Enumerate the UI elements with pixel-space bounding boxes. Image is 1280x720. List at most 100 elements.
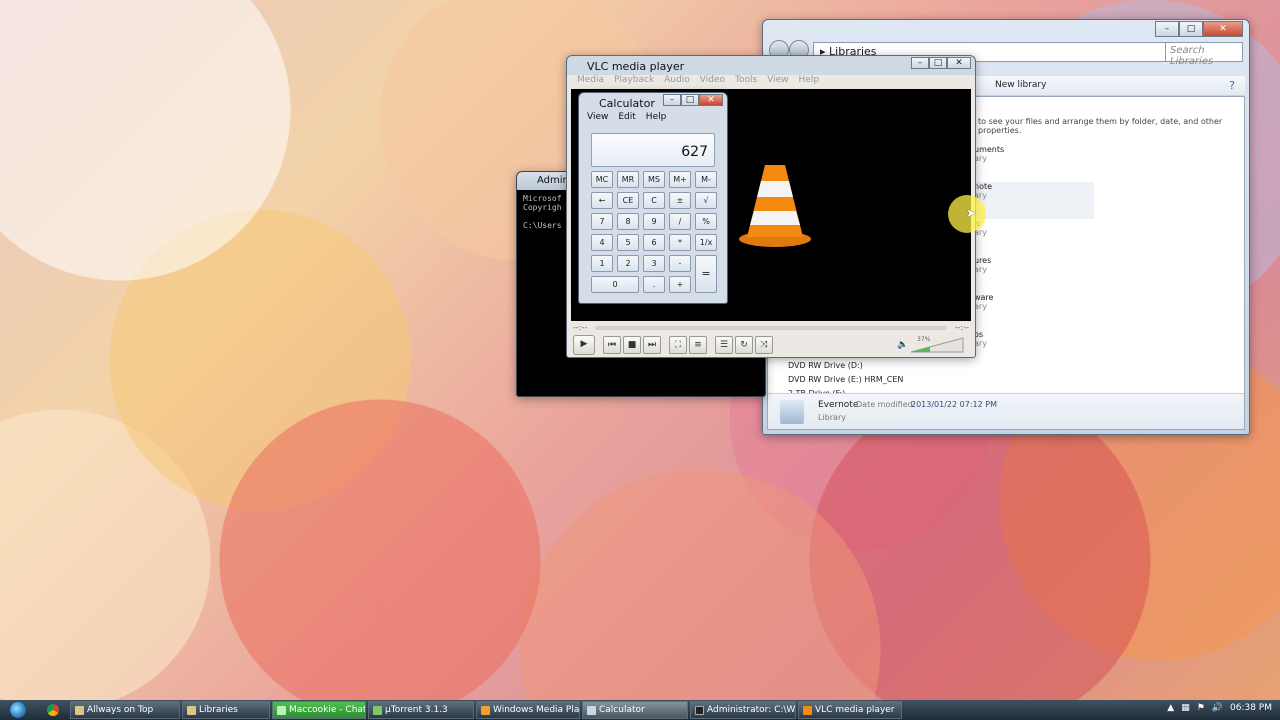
key-0[interactable]: 0	[591, 276, 639, 293]
key-4[interactable]: 4	[591, 234, 613, 251]
key-plusminus[interactable]: ±	[669, 192, 691, 209]
menu-edit[interactable]: Edit	[618, 112, 635, 126]
key-mr[interactable]: MR	[617, 171, 639, 188]
task-label: Windows Media Player	[493, 705, 580, 715]
chrome-pinned[interactable]	[36, 704, 70, 716]
close-button[interactable]: ✕	[699, 94, 723, 106]
close-button[interactable]: ✕	[947, 57, 971, 69]
flag-icon[interactable]: ⚑	[1197, 703, 1205, 713]
taskbar: Allways on Top Libraries Maccookie - Cha…	[0, 700, 1280, 720]
playlist-button[interactable]: ☰	[715, 336, 733, 354]
loop-button[interactable]: ↻	[735, 336, 753, 354]
key-7[interactable]: 7	[591, 213, 613, 230]
library-sub: ary	[974, 302, 987, 311]
key-c[interactable]: C	[643, 192, 665, 209]
play-button[interactable]: ▶	[573, 335, 595, 355]
taskbar-item-vlc[interactable]: VLC media player	[798, 701, 902, 719]
menu-view[interactable]: View	[767, 75, 788, 89]
taskbar-item-chat[interactable]: Maccookie - Chat	[272, 701, 366, 719]
key-2[interactable]: 2	[617, 255, 639, 272]
key-mc[interactable]: MC	[591, 171, 613, 188]
key-subtract[interactable]: -	[669, 255, 691, 272]
network-icon[interactable]: ▦	[1181, 703, 1190, 713]
key-3[interactable]: 3	[643, 255, 665, 272]
key-multiply[interactable]: *	[669, 234, 691, 251]
search-input[interactable]: Search Libraries	[1165, 42, 1243, 67]
key-add[interactable]: +	[669, 276, 691, 293]
seek-track[interactable]	[595, 326, 947, 330]
menu-video[interactable]: Video	[700, 75, 725, 89]
library-item[interactable]: icary	[974, 219, 1094, 256]
key-5[interactable]: 5	[617, 234, 639, 251]
fullscreen-button[interactable]: ⛶	[669, 336, 687, 354]
maximize-button[interactable]: □	[929, 57, 947, 69]
library-item[interactable]: uments ary	[974, 145, 1094, 182]
key-percent[interactable]: %	[695, 213, 717, 230]
menu-help[interactable]: Help	[646, 112, 667, 126]
key-6[interactable]: 6	[643, 234, 665, 251]
next-button[interactable]: ⏭	[643, 336, 661, 354]
menu-help[interactable]: Help	[799, 75, 820, 89]
show-hidden-icons-icon[interactable]: ▲	[1167, 703, 1174, 713]
library-item[interactable]: ures ary	[974, 256, 1094, 293]
key-sqrt[interactable]: √	[695, 192, 717, 209]
stop-button[interactable]: ■	[623, 336, 641, 354]
taskbar-item-utorrent[interactable]: µTorrent 3.1.3	[368, 701, 474, 719]
key-decimal[interactable]: .	[643, 276, 665, 293]
library-item[interactable]: ware ary	[974, 293, 1094, 330]
taskbar-item-cmd[interactable]: Administrator: C:\Wi...	[690, 701, 796, 719]
extended-settings-button[interactable]: ≡	[689, 336, 707, 354]
library-name: os	[974, 330, 984, 339]
key-mminus[interactable]: M-	[695, 171, 717, 188]
key-ms[interactable]: MS	[643, 171, 665, 188]
maximize-button[interactable]: □	[681, 94, 699, 106]
volume-icon[interactable]: 🔊	[1212, 703, 1223, 713]
library-name: uments	[974, 145, 1005, 154]
maximize-button[interactable]: □	[1179, 21, 1203, 37]
vlc-title: VLC media player	[587, 60, 685, 73]
start-button[interactable]	[0, 700, 36, 720]
key-ce[interactable]: CE	[617, 192, 639, 209]
key-9[interactable]: 9	[643, 213, 665, 230]
minimize-button[interactable]: –	[911, 57, 929, 69]
mouse-cursor-icon: ➤	[966, 206, 977, 220]
menu-audio[interactable]: Audio	[664, 75, 690, 89]
new-library-button[interactable]: New library	[995, 80, 1046, 90]
library-item[interactable]: os ary	[974, 330, 1094, 367]
key-divide[interactable]: /	[669, 213, 691, 230]
system-tray: ▲ ▦ ⚑ 🔊 06:38 PM	[1167, 703, 1272, 713]
chrome-icon	[47, 704, 59, 716]
seek-bar[interactable]: --:-- --:--	[573, 323, 969, 333]
key-reciprocal[interactable]: 1/x	[695, 234, 717, 251]
menu-media[interactable]: Media	[577, 75, 604, 89]
library-item[interactable]: note ary	[974, 182, 1094, 219]
shuffle-button[interactable]: ⤨	[755, 336, 773, 354]
close-button[interactable]: ✕	[1203, 21, 1243, 37]
taskbar-item-libraries[interactable]: Libraries	[182, 701, 270, 719]
menu-view[interactable]: View	[587, 112, 608, 126]
menu-tools[interactable]: Tools	[735, 75, 757, 89]
volume-control[interactable]: 🔈 37%	[897, 336, 965, 354]
drive-item[interactable]: DVD RW Drive (E:) HRM_CEN	[788, 373, 903, 387]
calculator-window[interactable]: Calculator – □ ✕ View Edit Help 627 MC M…	[578, 92, 728, 304]
speaker-icon[interactable]: 🔈	[897, 340, 908, 350]
task-label: VLC media player	[815, 705, 895, 715]
clock[interactable]: 06:38 PM	[1230, 703, 1272, 713]
key-backspace[interactable]: ←	[591, 192, 613, 209]
task-label: Calculator	[599, 705, 645, 715]
taskbar-item-calculator[interactable]: Calculator	[582, 701, 688, 719]
library-sub: ary	[974, 191, 987, 200]
menu-playback[interactable]: Playback	[614, 75, 654, 89]
drive-item[interactable]: DVD RW Drive (D:)	[788, 359, 903, 373]
previous-button[interactable]: ⏮	[603, 336, 621, 354]
taskbar-item-allways-on-top[interactable]: Allways on Top	[70, 701, 180, 719]
key-mplus[interactable]: M+	[669, 171, 691, 188]
taskbar-item-media-player[interactable]: Windows Media Player	[476, 701, 580, 719]
key-8[interactable]: 8	[617, 213, 639, 230]
details-date-label: Date modified:	[856, 400, 916, 409]
key-1[interactable]: 1	[591, 255, 613, 272]
minimize-button[interactable]: –	[663, 94, 681, 106]
key-equals[interactable]: =	[695, 255, 717, 293]
minimize-button[interactable]: –	[1155, 21, 1179, 37]
help-icon[interactable]: ?	[1229, 79, 1235, 92]
